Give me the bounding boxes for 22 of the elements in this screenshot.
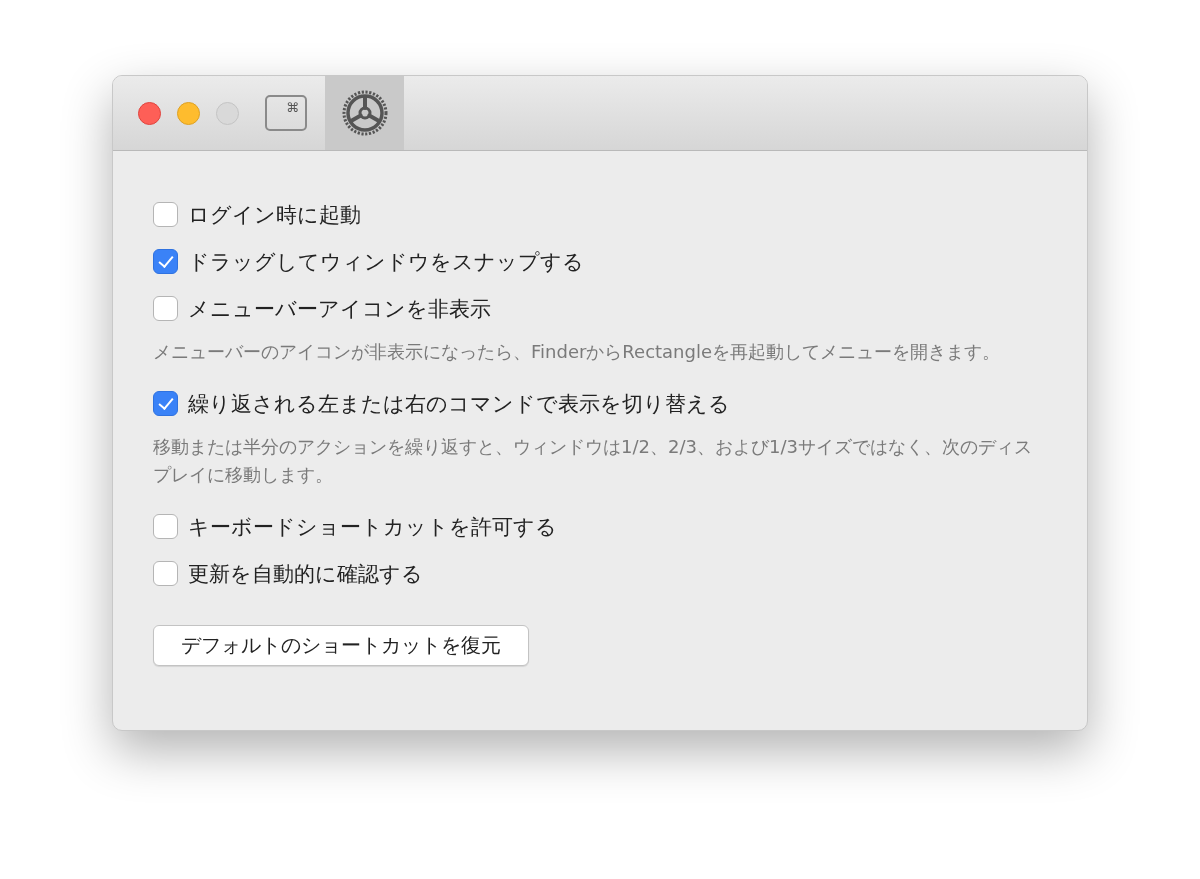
checkbox-label: キーボードショートカットを許可する	[188, 513, 557, 541]
checkbox-label: 更新を自動的に確認する	[188, 560, 423, 588]
help-text: 移動または半分のアクションを繰り返すと、ウィンドウは1/2、2/3、および1/3サイズではなく、次のディスプレイに移動します。	[153, 435, 1033, 487]
restore-defaults-button[interactable]: デフォルトのショートカットを復元	[153, 625, 529, 666]
general-tab[interactable]	[325, 76, 404, 150]
gear-icon	[340, 89, 389, 137]
checkbox-label: ログイン時に起動	[188, 201, 361, 229]
help-text: メニューバーのアイコンが非表示になったら、FinderからRectangleを再起動してメニューを開きます。	[153, 340, 1002, 364]
checkbox-label: メニューバーアイコンを非表示	[188, 295, 491, 323]
close-button[interactable]	[138, 101, 161, 125]
shortcuts-tab[interactable]: ⌘	[265, 76, 325, 150]
checkbox-label: 繰り返される左または右のコマンドで表示を切り替える	[188, 390, 730, 418]
zoom-button[interactable]	[216, 101, 239, 125]
checkbox[interactable]	[153, 561, 178, 586]
checkbox[interactable]	[153, 202, 178, 227]
checkbox[interactable]	[153, 514, 178, 539]
checkbox[interactable]	[153, 391, 178, 416]
checkbox[interactable]	[153, 249, 178, 274]
checkbox[interactable]	[153, 296, 178, 321]
checkbox-label: ドラッグしてウィンドウをスナップする	[188, 248, 584, 276]
command-key-icon: ⌘	[265, 95, 307, 131]
minimize-button[interactable]	[177, 101, 200, 125]
